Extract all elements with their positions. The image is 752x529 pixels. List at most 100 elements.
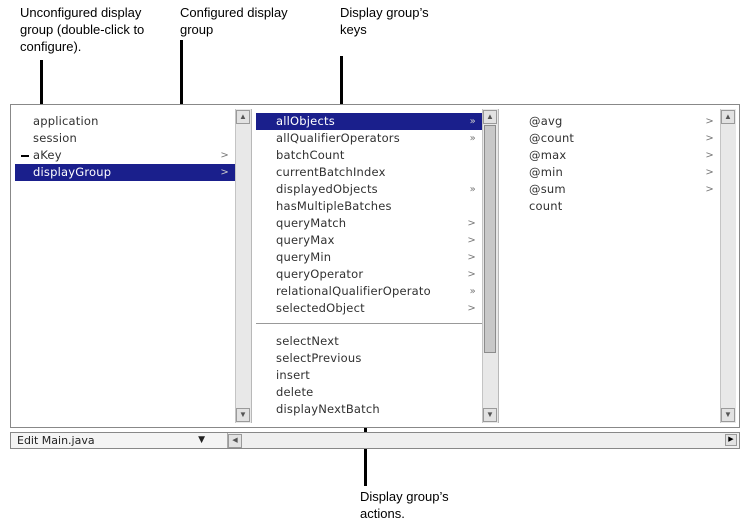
list-item[interactable]: selectedObject >: [256, 300, 482, 317]
callout-actions: Display group’s actions.: [360, 489, 449, 521]
list-item-label: @min: [529, 165, 563, 179]
list-item[interactable]: currentBatchIndex: [256, 164, 482, 181]
list-item[interactable]: queryMax >: [256, 232, 482, 249]
list-item-label: allQualifierOperators: [276, 131, 400, 145]
list-item-label: queryMax: [276, 233, 335, 247]
list-item-label: displayGroup: [33, 165, 112, 179]
file-popup[interactable]: Edit Main.java ▼: [13, 434, 207, 447]
list-item-label: relationalQualifierOperato: [276, 284, 431, 298]
list-item[interactable]: queryMin >: [256, 249, 482, 266]
scroll-up-arrow-icon[interactable]: ▲: [236, 110, 250, 124]
scroll-down-arrow-icon[interactable]: ▼: [483, 408, 497, 422]
list-item-label: allObjects: [276, 114, 335, 128]
list-item[interactable]: hasMultipleBatches: [256, 198, 482, 215]
action-item-label: delete: [276, 385, 314, 399]
list-item[interactable]: count: [503, 198, 720, 215]
list-item[interactable]: session: [15, 130, 235, 147]
browser-column-keys: allObjects » allQualifierOperators » batc…: [256, 109, 499, 423]
list-item[interactable]: allQualifierOperators »: [256, 130, 482, 147]
operator-list: @avg > @count > @max > @min > @sum > count: [503, 113, 720, 423]
list-item[interactable]: displayedObjects »: [256, 181, 482, 198]
action-item[interactable]: displayNextBatch: [256, 401, 482, 418]
action-item-label: selectNext: [276, 334, 339, 348]
list-item-label: @max: [529, 148, 567, 162]
scroll-thumb[interactable]: [484, 125, 496, 353]
bottom-bar: Edit Main.java ▼ ◀ ▶: [10, 432, 740, 449]
list-item-label: session: [33, 131, 77, 145]
list-item-label: queryMatch: [276, 216, 347, 230]
object-list: application session aKey > displayGroup …: [15, 113, 235, 423]
action-item[interactable]: delete: [256, 384, 482, 401]
list-item[interactable]: @max >: [503, 147, 720, 164]
list-item-label: @sum: [529, 182, 566, 196]
list-item-label: currentBatchIndex: [276, 165, 386, 179]
list-item-label: queryOperator: [276, 267, 364, 281]
action-item-label: displayNextBatch: [276, 402, 380, 416]
branch-arrow-icon: >: [705, 116, 714, 127]
callout-unconfigured: Unconfigured display group (double-click…: [20, 5, 145, 54]
callout-keys: Display group’s keys: [340, 5, 429, 37]
scroll-left-arrow-icon[interactable]: ◀: [228, 434, 242, 448]
branch-arrow-icon: >: [705, 150, 714, 161]
vertical-scrollbar[interactable]: ▲ ▼: [235, 109, 251, 423]
list-item-selected[interactable]: displayGroup >: [15, 164, 235, 181]
key-list: allObjects » allQualifierOperators » batc…: [256, 113, 482, 423]
list-item[interactable]: application: [15, 113, 235, 130]
callout-configured: Configured display group: [180, 5, 288, 37]
horizontal-scrollbar[interactable]: ◀ ▶: [227, 433, 739, 448]
file-popup-label: Edit Main.java: [17, 434, 95, 447]
branch-arrow-icon: >: [467, 303, 476, 314]
branch-arrow-icon: >: [467, 252, 476, 263]
action-item[interactable]: selectPrevious: [256, 350, 482, 367]
branch-arrow-icon: >: [220, 167, 229, 178]
list-item-label: @avg: [529, 114, 563, 128]
list-item-selected[interactable]: allObjects »: [256, 113, 482, 130]
key-browser: application session aKey > displayGroup …: [10, 104, 740, 428]
branch-arrow-icon: »: [469, 184, 476, 195]
list-item[interactable]: @avg >: [503, 113, 720, 130]
scroll-up-arrow-icon[interactable]: ▲: [721, 110, 735, 124]
list-item[interactable]: @count >: [503, 130, 720, 147]
keys-actions-divider: [256, 323, 482, 324]
scroll-up-arrow-icon[interactable]: ▲: [483, 110, 497, 124]
action-item[interactable]: insert: [256, 367, 482, 384]
scroll-down-arrow-icon[interactable]: ▼: [236, 408, 250, 422]
list-item[interactable]: relationalQualifierOperato »: [256, 283, 482, 300]
branch-arrow-icon: >: [467, 269, 476, 280]
branch-arrow-icon: >: [220, 150, 229, 161]
browser-column-operators: @avg > @count > @max > @min > @sum > count ▲ …: [503, 109, 736, 423]
branch-arrow-icon: >: [705, 133, 714, 144]
branch-arrow-icon: »: [469, 133, 476, 144]
branch-arrow-icon: >: [467, 218, 476, 229]
list-item-label: selectedObject: [276, 301, 365, 315]
list-item-label: @count: [529, 131, 575, 145]
list-item-label: application: [33, 114, 99, 128]
list-item[interactable]: batchCount: [256, 147, 482, 164]
list-item-label: batchCount: [276, 148, 345, 162]
action-item[interactable]: selectNext: [256, 333, 482, 350]
scroll-down-arrow-icon[interactable]: ▼: [721, 408, 735, 422]
caret-down-icon: ▼: [198, 435, 205, 445]
list-item[interactable]: @min >: [503, 164, 720, 181]
list-item-label: count: [529, 199, 563, 213]
vertical-scrollbar[interactable]: ▲ ▼: [720, 109, 736, 423]
branch-arrow-icon: »: [469, 116, 476, 127]
branch-arrow-icon: >: [705, 184, 714, 195]
list-item[interactable]: @sum >: [503, 181, 720, 198]
branch-arrow-icon: >: [705, 167, 714, 178]
unconfigured-marker-icon: [21, 155, 29, 157]
list-item[interactable]: aKey >: [15, 147, 235, 164]
action-item-label: selectPrevious: [276, 351, 362, 365]
list-item-label: aKey: [33, 148, 62, 162]
browser-column-objects: application session aKey > displayGroup …: [15, 109, 252, 423]
action-item-label: insert: [276, 368, 310, 382]
vertical-scrollbar[interactable]: ▲ ▼: [482, 109, 498, 423]
list-item[interactable]: queryMatch >: [256, 215, 482, 232]
list-item-label: displayedObjects: [276, 182, 378, 196]
list-item-label: queryMin: [276, 250, 332, 264]
list-item-label: hasMultipleBatches: [276, 199, 392, 213]
branch-arrow-icon: »: [469, 286, 476, 297]
list-item[interactable]: queryOperator >: [256, 266, 482, 283]
scroll-right-arrow-icon[interactable]: ▶: [725, 434, 737, 446]
branch-arrow-icon: >: [467, 235, 476, 246]
